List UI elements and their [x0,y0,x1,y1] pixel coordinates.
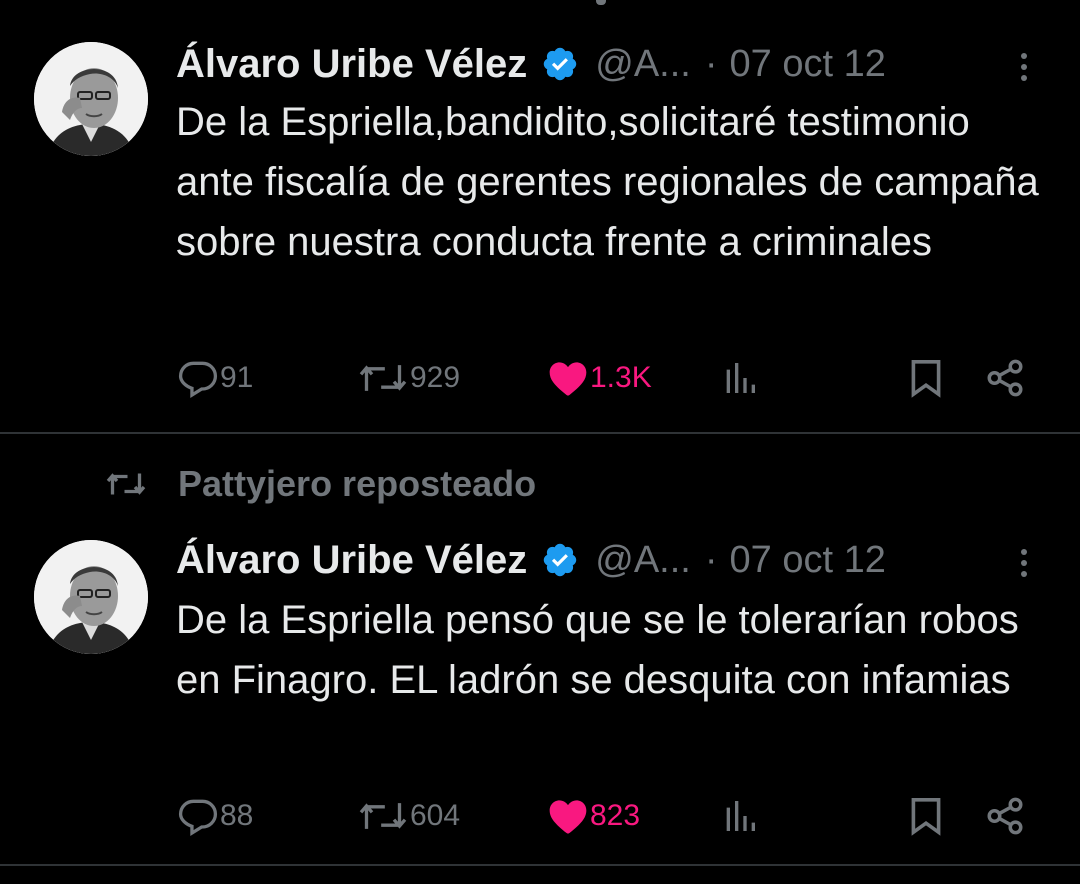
reply-icon [178,361,218,399]
author-name[interactable]: Álvaro Uribe Vélez [176,538,527,583]
avatar[interactable] [34,42,148,156]
repost-count: 929 [410,361,461,394]
avatar[interactable] [34,540,148,654]
author-name[interactable]: Álvaro Uribe Vélez [176,42,527,87]
verified-badge-icon [541,45,579,83]
author-handle[interactable]: @A... [595,539,691,582]
share-button[interactable] [984,794,1026,838]
share-button[interactable] [984,356,1026,400]
reply-count: 88 [220,799,254,832]
tweet-date[interactable]: 07 oct 12 [730,539,886,582]
author-handle[interactable]: @A... [595,43,691,86]
tweet-actions: 88 604 823 [0,794,1080,844]
avatar-photo-icon [34,42,148,156]
tweet[interactable]: Álvaro Uribe Vélez @A... · 07 oct 12 De … [0,0,1080,434]
views-button[interactable] [720,356,760,400]
tweet-text: De la Espriella,bandidito,solicitaré tes… [176,100,1039,264]
share-icon [987,797,1023,835]
share-icon [987,359,1023,397]
reply-count: 91 [220,361,254,394]
tweet-actions: 91 929 1.3K [0,356,1080,406]
heart-icon [549,800,587,834]
like-count: 1.3K [590,361,652,394]
avatar-photo-icon [34,540,148,654]
more-options-icon[interactable] [1014,48,1034,88]
tweet-header: Álvaro Uribe Vélez @A... · 07 oct 12 [176,536,886,584]
bookmark-button[interactable] [908,356,944,400]
repost-icon [359,365,407,391]
like-count: 823 [590,799,641,832]
repost-button[interactable]: 929 [356,356,460,400]
tweet-date[interactable]: 07 oct 12 [730,43,886,86]
more-options-icon[interactable] [1014,544,1034,584]
tweet-text: De la Espriella pensó que se le tolerarí… [176,598,1019,702]
views-icon [726,363,755,393]
header-separator: · [704,42,718,85]
tweet-header: Álvaro Uribe Vélez @A... · 07 oct 12 [176,40,886,88]
reply-button[interactable]: 91 [176,356,253,400]
repost-button[interactable]: 604 [356,794,460,838]
views-icon [726,801,755,831]
reply-icon [178,799,218,837]
verified-badge-icon [541,541,579,579]
bookmark-button[interactable] [908,794,944,838]
like-button[interactable]: 823 [546,794,640,838]
repost-count: 604 [410,799,461,832]
heart-icon [549,362,587,396]
repost-icon [359,803,407,829]
header-separator: · [704,538,718,581]
tweet[interactable]: Álvaro Uribe Vélez @A... · 07 oct 12 De … [0,434,1080,866]
views-button[interactable] [720,794,760,838]
bookmark-icon [911,360,941,398]
like-button[interactable]: 1.3K [546,356,652,400]
bookmark-icon [911,798,941,836]
reply-button[interactable]: 88 [176,794,253,838]
